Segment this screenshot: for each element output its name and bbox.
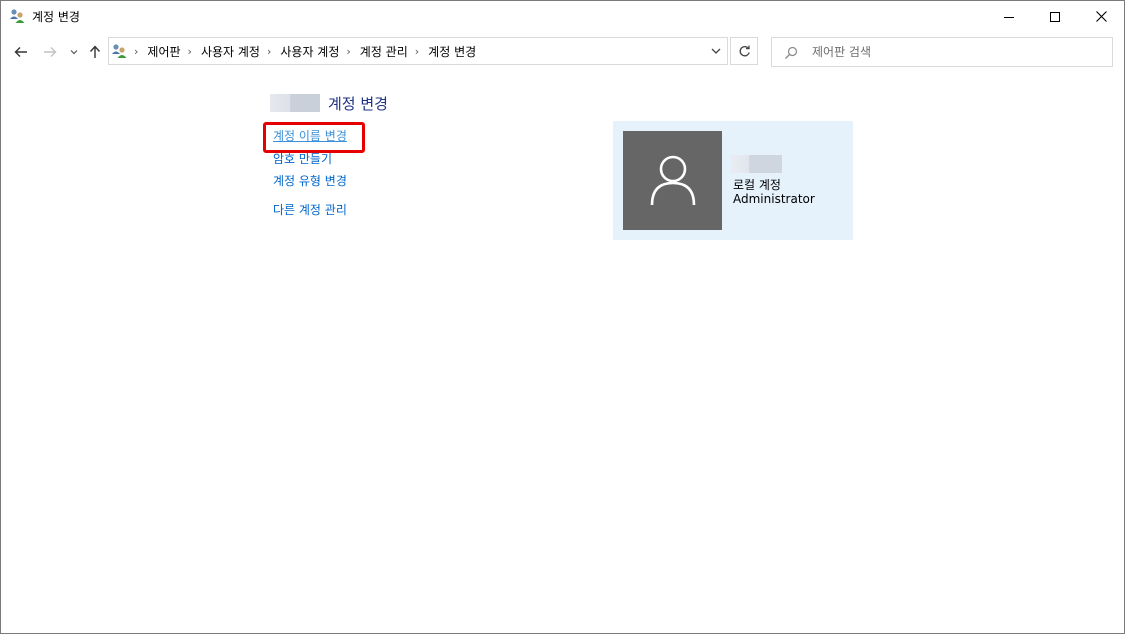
breadcrumb-separator[interactable]: › bbox=[188, 45, 192, 58]
blurred-account-name bbox=[731, 155, 782, 173]
users-icon bbox=[111, 43, 127, 59]
change-account-type-link[interactable]: 계정 유형 변경 bbox=[273, 172, 347, 189]
search-input[interactable] bbox=[812, 42, 1102, 62]
forward-button[interactable] bbox=[40, 39, 60, 65]
breadcrumb-item[interactable]: 계정 관리 bbox=[360, 43, 408, 60]
user-silhouette-icon bbox=[650, 155, 695, 205]
recent-dropdown-icon bbox=[70, 50, 78, 55]
address-bar[interactable]: › 제어판 › 사용자 계정 › 사용자 계정 › 계정 관리 › 계정 변경 bbox=[108, 37, 728, 65]
manage-other-account-link[interactable]: 다른 계정 관리 bbox=[273, 201, 347, 218]
breadcrumb-separator[interactable]: › bbox=[267, 45, 271, 58]
highlight-box bbox=[263, 122, 365, 153]
account-type-label: 로컬 계정 bbox=[733, 178, 781, 192]
breadcrumb-item[interactable]: 제어판 bbox=[147, 43, 180, 60]
page-title: 계정 변경 bbox=[328, 95, 388, 113]
breadcrumb: › 제어판 › 사용자 계정 › 사용자 계정 › 계정 관리 › 계정 변경 bbox=[131, 38, 476, 64]
breadcrumb-item[interactable]: 계정 변경 bbox=[428, 43, 476, 60]
window: 계정 변경 › 제어판 › 사용자 계정 › 사용자 계정 › 계정 관리 › … bbox=[0, 0, 1125, 634]
up-button[interactable] bbox=[86, 39, 104, 65]
blurred-username bbox=[270, 94, 320, 112]
search-icon bbox=[784, 45, 798, 64]
forward-arrow-icon bbox=[44, 47, 57, 57]
breadcrumb-separator[interactable]: › bbox=[415, 45, 419, 58]
search-box[interactable] bbox=[771, 37, 1113, 67]
users-icon bbox=[9, 8, 25, 24]
up-arrow-icon bbox=[89, 45, 101, 58]
chevron-down-icon bbox=[711, 48, 721, 54]
close-button[interactable] bbox=[1078, 1, 1124, 32]
maximize-icon bbox=[1050, 11, 1060, 22]
account-role-label: Administrator bbox=[733, 192, 815, 206]
refresh-button[interactable] bbox=[730, 37, 758, 65]
breadcrumb-separator[interactable]: › bbox=[134, 45, 138, 58]
window-title: 계정 변경 bbox=[32, 10, 80, 24]
maximize-button[interactable] bbox=[1032, 1, 1078, 32]
back-button[interactable] bbox=[11, 39, 31, 65]
recent-locations-button[interactable] bbox=[67, 39, 81, 65]
title-bar: 계정 변경 bbox=[1, 1, 1124, 32]
breadcrumb-separator[interactable]: › bbox=[346, 45, 350, 58]
refresh-icon bbox=[739, 45, 750, 56]
back-arrow-icon bbox=[14, 47, 27, 57]
breadcrumb-item[interactable]: 사용자 계정 bbox=[280, 43, 339, 60]
close-icon bbox=[1095, 11, 1107, 22]
avatar bbox=[623, 131, 722, 230]
account-card: 로컬 계정 Administrator bbox=[613, 121, 853, 240]
breadcrumb-item[interactable]: 사용자 계정 bbox=[201, 43, 260, 60]
minimize-icon bbox=[1004, 16, 1014, 18]
minimize-button[interactable] bbox=[986, 1, 1032, 32]
address-dropdown-button[interactable] bbox=[706, 38, 726, 64]
